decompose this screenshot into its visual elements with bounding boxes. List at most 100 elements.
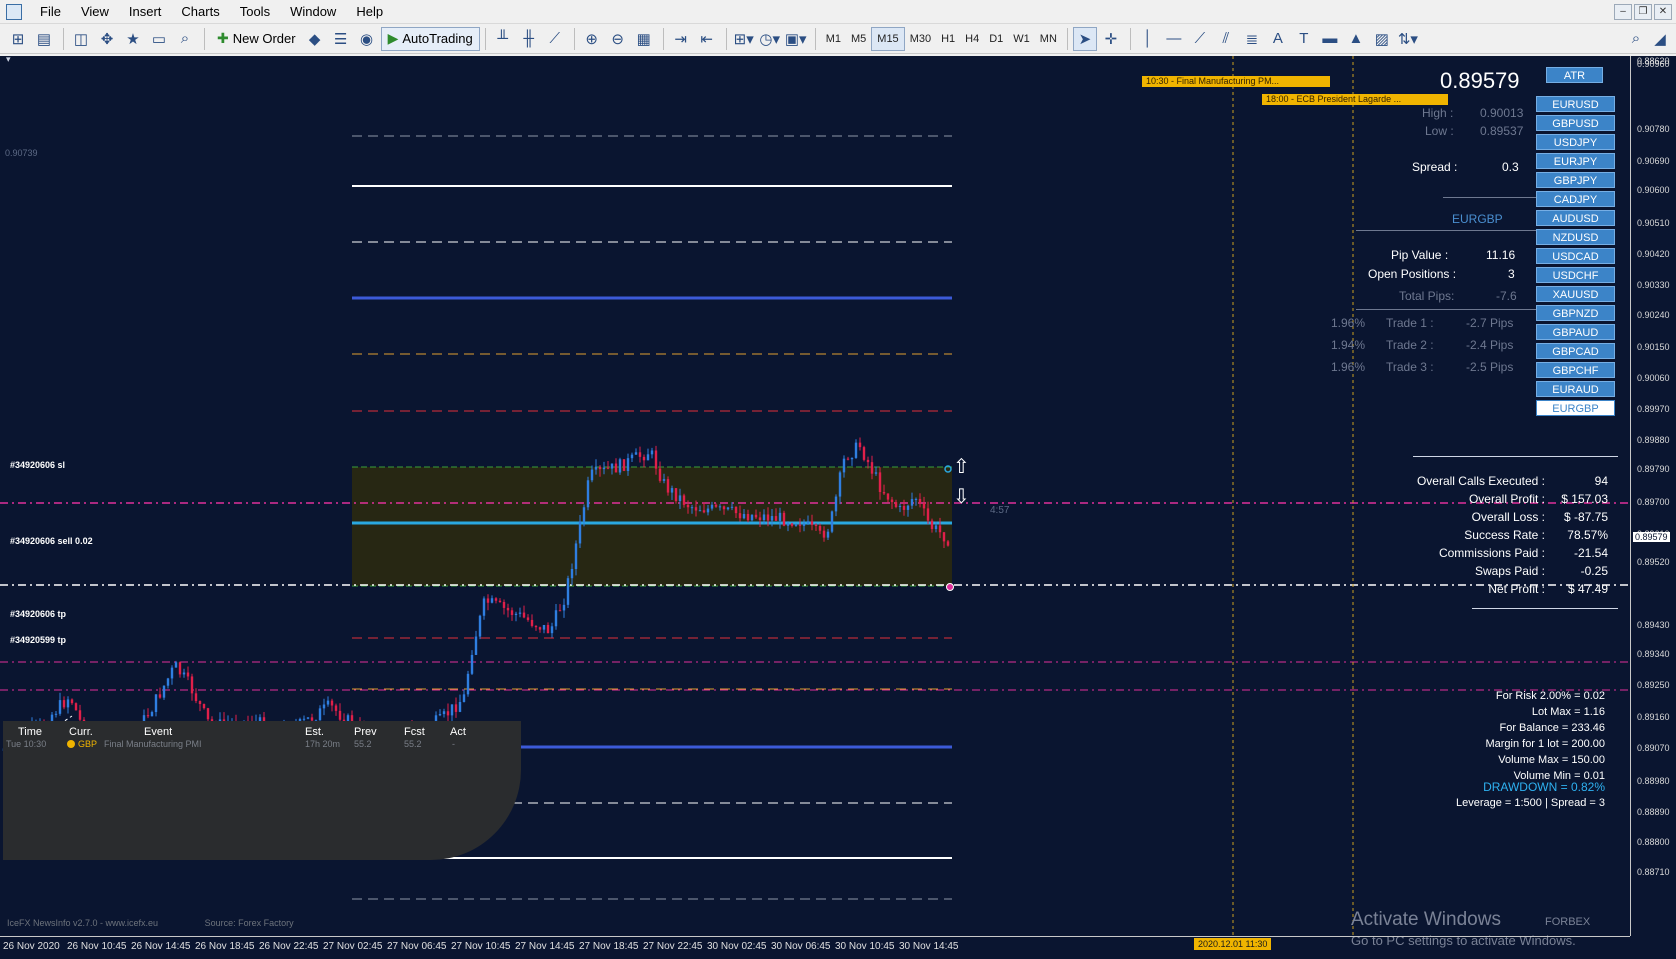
search-icon[interactable]: ⌕ xyxy=(1624,27,1648,51)
fibonacci-icon[interactable]: ≣ xyxy=(1240,27,1264,51)
zoom-in-icon[interactable]: ⊕ xyxy=(580,27,604,51)
triangle-icon[interactable]: ▲ xyxy=(1344,27,1368,51)
profiles-icon[interactable]: ▤ xyxy=(32,27,56,51)
candlestick-icon[interactable]: ╫ xyxy=(517,27,541,51)
trendline-icon[interactable]: ⟋ xyxy=(1188,27,1212,51)
gann-icon[interactable]: ▨ xyxy=(1370,27,1394,51)
price-chart[interactable]: ▾ 0.90739 10:30 - Final Manufacturing PM… xyxy=(0,56,1676,959)
chart-menu-marker[interactable]: ▾ xyxy=(6,56,11,65)
tile-windows-icon[interactable]: ▦ xyxy=(632,27,656,51)
symbol-button-gbpcad[interactable]: GBPCAD xyxy=(1536,343,1615,359)
autotrading-button[interactable]: ▶ AutoTrading xyxy=(380,26,480,51)
candle-body xyxy=(318,708,322,721)
news-event[interactable]: Final Manufacturing PMI xyxy=(104,739,202,749)
favorites-icon[interactable]: ★ xyxy=(121,27,145,51)
menu-view[interactable]: View xyxy=(71,0,119,24)
zoom-out-icon[interactable]: ⊖ xyxy=(606,27,630,51)
chart-shift-icon[interactable]: ⇤ xyxy=(695,27,719,51)
price-axis[interactable]: 0.90960 0.90780 0.90690 0.90600 0.90510 0.904… xyxy=(1630,56,1676,936)
text-icon[interactable]: A xyxy=(1266,27,1290,51)
symbol-button-eurgbp[interactable]: EURGBP xyxy=(1536,400,1615,416)
timeframe-w1[interactable]: W1 xyxy=(1008,27,1035,51)
candle-body xyxy=(854,442,858,458)
symbol-button-nzdusd[interactable]: NZDUSD xyxy=(1536,229,1615,245)
rectangle-icon[interactable]: ▬ xyxy=(1318,27,1342,51)
crosshair-icon[interactable]: ✛ xyxy=(1099,27,1123,51)
symbol-button-gbpnzd[interactable]: GBPNZD xyxy=(1536,305,1615,321)
menu-window[interactable]: Window xyxy=(280,0,346,24)
menu-insert[interactable]: Insert xyxy=(119,0,172,24)
line-chart-icon[interactable]: ⟋ xyxy=(543,27,567,51)
symbol-button-cadjpy[interactable]: CADJPY xyxy=(1536,191,1615,207)
tester-icon[interactable]: ⌕ xyxy=(173,27,197,51)
minimize-icon[interactable]: – xyxy=(1614,4,1632,20)
candle-body xyxy=(322,704,326,709)
atr-button[interactable]: ATR xyxy=(1546,67,1603,83)
price-tick-label: 0.88710 xyxy=(1637,867,1670,877)
vertical-line-icon[interactable]: │ xyxy=(1136,27,1160,51)
symbol-button-gbpaud[interactable]: GBPAUD xyxy=(1536,324,1615,340)
timeframe-m15[interactable]: M15 xyxy=(871,26,905,51)
bar-chart-icon[interactable]: ╨ xyxy=(491,27,515,51)
time-axis[interactable]: 26 Nov 2020 26 Nov 10:45 26 Nov 14:45 26 No… xyxy=(0,936,1630,959)
terminal-icon[interactable]: ▭ xyxy=(147,27,171,51)
arrows-icon[interactable]: ⇅▾ xyxy=(1396,27,1420,51)
symbol-list: ATR EURUSD GBPUSD USDJPY EURJPY GBPJPY CADJPY… xyxy=(1536,67,1616,419)
news-flag-manufacturing[interactable]: 10:30 - Final Manufacturing PM... xyxy=(1142,76,1330,87)
new-chart-icon[interactable]: ⊞ xyxy=(6,27,30,51)
symbol-button-gbpjpy[interactable]: GBPJPY xyxy=(1536,172,1615,188)
symbol-button-xauusd[interactable]: XAUUSD xyxy=(1536,286,1615,302)
symbol-button-usdcad[interactable]: USDCAD xyxy=(1536,248,1615,264)
candle-body xyxy=(54,713,58,715)
indicators-icon[interactable]: ⊞▾ xyxy=(732,27,756,51)
news-header-fcst: Fcst xyxy=(404,726,425,738)
timeframe-d1[interactable]: D1 xyxy=(984,27,1008,51)
menu-help[interactable]: Help xyxy=(346,0,393,24)
metaeditor-icon[interactable]: ◆ xyxy=(303,27,327,51)
price-tick-label: 0.89700 xyxy=(1637,497,1670,507)
candle-body xyxy=(750,514,754,521)
timeframe-m1[interactable]: M1 xyxy=(821,27,846,51)
channel-icon[interactable]: ⫽ xyxy=(1214,27,1238,51)
candle-body xyxy=(338,710,342,720)
divider xyxy=(1356,309,1538,310)
signals-icon[interactable]: ☰ xyxy=(329,27,353,51)
arrow-up-icon[interactable]: ⇧ xyxy=(953,454,970,479)
symbol-button-gbpchf[interactable]: GBPCHF xyxy=(1536,362,1615,378)
restore-icon[interactable]: ❐ xyxy=(1634,4,1652,20)
periods-icon[interactable]: ◷▾ xyxy=(758,27,782,51)
timeframe-mn[interactable]: MN xyxy=(1035,27,1062,51)
templates-icon[interactable]: ▣▾ xyxy=(784,27,808,51)
navigator-icon[interactable]: ✥ xyxy=(95,27,119,51)
market-watch-icon[interactable]: ◫ xyxy=(69,27,93,51)
timeframe-h1[interactable]: H1 xyxy=(936,27,960,51)
total-pips-label: Total Pips: xyxy=(1399,289,1455,303)
symbol-button-eurusd[interactable]: EURUSD xyxy=(1536,96,1615,112)
close-icon[interactable]: ✕ xyxy=(1654,4,1672,20)
timeframe-m30[interactable]: M30 xyxy=(905,27,936,51)
menu-charts[interactable]: Charts xyxy=(171,0,229,24)
time-tick-label: 26 Nov 14:45 xyxy=(131,941,191,952)
symbol-button-audusd[interactable]: AUDUSD xyxy=(1536,210,1615,226)
autoscroll-icon[interactable]: ⇥ xyxy=(669,27,693,51)
symbol-button-usdjpy[interactable]: USDJPY xyxy=(1536,134,1615,150)
price-tick-label: 0.90330 xyxy=(1637,280,1670,290)
symbol-button-gbpusd[interactable]: GBPUSD xyxy=(1536,115,1615,131)
text-label-icon[interactable]: T xyxy=(1292,27,1316,51)
menu-file[interactable]: File xyxy=(30,0,71,24)
symbol-button-euraud[interactable]: EURAUD xyxy=(1536,381,1615,397)
horizontal-line-icon[interactable]: — xyxy=(1162,27,1186,51)
symbol-button-usdchf[interactable]: USDCHF xyxy=(1536,267,1615,283)
news-flag-ecb[interactable]: 18:00 - ECB President Lagarde ... xyxy=(1262,94,1448,105)
new-order-button[interactable]: ✚ New Order xyxy=(210,27,303,51)
symbol-button-eurjpy[interactable]: EURJPY xyxy=(1536,153,1615,169)
timeframe-h4[interactable]: H4 xyxy=(960,27,984,51)
arrow-down-icon[interactable]: ⇩ xyxy=(953,484,970,509)
menu-tools[interactable]: Tools xyxy=(230,0,280,24)
timeframe-m5[interactable]: M5 xyxy=(846,27,871,51)
price-tick-label: 0.89430 xyxy=(1637,620,1670,630)
cursor-icon[interactable]: ➤ xyxy=(1072,26,1097,51)
stat-label: Overall Loss : xyxy=(1471,510,1545,524)
signal-icon[interactable]: ◢ xyxy=(1648,27,1672,51)
vps-icon[interactable]: ◉ xyxy=(355,27,379,51)
